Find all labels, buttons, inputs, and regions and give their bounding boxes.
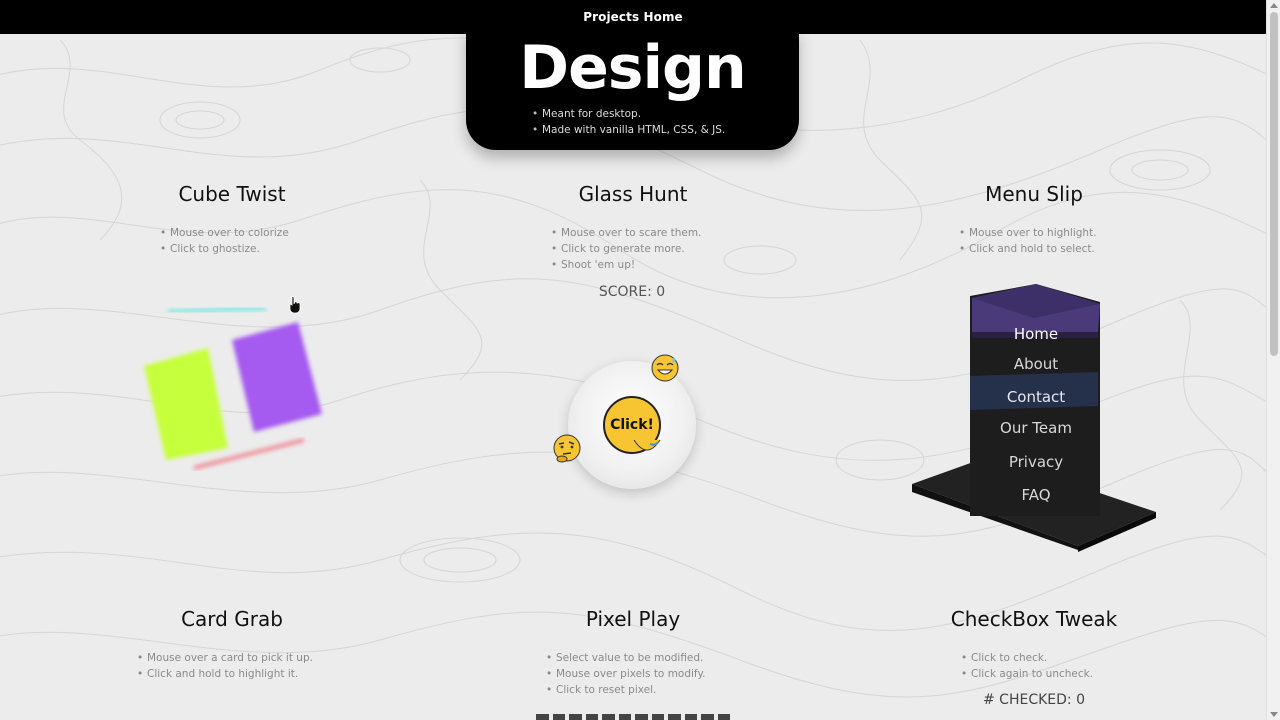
pixel-cell[interactable] [536, 714, 549, 720]
cube-twist-bullets: Mouse over to colorize Click to ghostize… [160, 225, 289, 257]
menu-item-contact[interactable]: Contact [972, 381, 1100, 413]
glass-hunt-bullets: Mouse over to scare them. Click to gener… [551, 225, 701, 273]
cube-twist-bullet: Mouse over to colorize [160, 225, 289, 241]
card-grab-title: Card Grab [181, 607, 283, 631]
scroll-up-icon[interactable] [1270, 3, 1278, 8]
checkbox-tweak-bullet: Click again to uncheck. [961, 666, 1093, 682]
menu-slip-bullets: Mouse over to highlight. Click and hold … [959, 225, 1097, 257]
menu-item-privacy[interactable]: Privacy [972, 446, 1100, 478]
pixel-cell[interactable] [569, 714, 582, 720]
hero-bullet: Meant for desktop. [532, 106, 725, 122]
glass-hunt-title: Glass Hunt [578, 182, 688, 206]
projects-home-link[interactable]: Projects Home [583, 10, 683, 24]
menu-item-faq[interactable]: FAQ [972, 479, 1100, 511]
pixel-cell[interactable] [651, 714, 664, 720]
pixel-cell[interactable] [717, 714, 730, 720]
glass-hunt-bullet: Shoot 'em up! [551, 257, 701, 273]
page-scrollbar[interactable] [1266, 0, 1280, 720]
cursor-hand-icon [289, 296, 301, 314]
glass-hunt-bullet: Click to generate more. [551, 241, 701, 257]
checked-count: # CHECKED: 0 [983, 692, 1085, 708]
checkbox-tweak-bullet: Click to check. [961, 650, 1093, 666]
cube-twist-demo[interactable] [136, 300, 336, 480]
menu-slip-bullet: Mouse over to highlight. [959, 225, 1097, 241]
pixel-grid[interactable] [536, 714, 730, 720]
hidden-emoji-icon [633, 439, 661, 451]
hero-bullet: Made with vanilla HTML, CSS, & JS. [532, 122, 725, 138]
menu-item-about[interactable]: About [972, 348, 1100, 380]
card-grab-bullet: Mouse over a card to pick it up. [137, 650, 313, 666]
pixel-play-title: Pixel Play [585, 607, 681, 631]
pixel-cell[interactable] [602, 714, 615, 720]
menu-item-home[interactable]: Home [972, 318, 1100, 350]
glass-hunt-bullet: Mouse over to scare them. [551, 225, 701, 241]
grin-sweat-emoji-icon[interactable] [650, 353, 680, 383]
thinking-emoji-icon[interactable] [553, 434, 581, 464]
cube-twist-title: Cube Twist [178, 182, 286, 206]
page-title: Design [519, 33, 746, 103]
pixel-play-bullet: Click to reset pixel. [546, 682, 706, 698]
pixel-play-bullet: Mouse over pixels to modify. [546, 666, 706, 682]
pixel-play-bullet: Select value to be modified. [546, 650, 706, 666]
hero-bullets: Meant for desktop. Made with vanilla HTM… [532, 106, 725, 138]
cube-face-violet [232, 322, 322, 432]
card-grab-bullets: Mouse over a card to pick it up. Click a… [137, 650, 313, 682]
hero-header: Design Meant for desktop. Made with vani… [466, 28, 799, 150]
pixel-cell[interactable] [668, 714, 681, 720]
pixel-cell[interactable] [701, 714, 714, 720]
pixel-cell[interactable] [552, 714, 565, 720]
cube-face-lime [144, 348, 228, 460]
glass-hunt-score: SCORE: 0 [598, 284, 666, 300]
pixel-cell[interactable] [618, 714, 631, 720]
pixel-cell[interactable] [585, 714, 598, 720]
scrollbar-thumb[interactable] [1270, 12, 1278, 356]
pixel-play-bullets: Select value to be modified. Mouse over … [546, 650, 706, 698]
pixel-cell[interactable] [684, 714, 697, 720]
menu-slip-title: Menu Slip [985, 182, 1083, 206]
checkbox-tweak-bullets: Click to check. Click again to uncheck. [961, 650, 1093, 682]
menu-slip-bullet: Click and hold to select. [959, 241, 1097, 257]
checkbox-tweak-title: CheckBox Tweak [950, 607, 1118, 631]
scroll-down-icon[interactable] [1270, 712, 1278, 717]
menu-item-our-team[interactable]: Our Team [972, 412, 1100, 444]
card-grab-bullet: Click and hold to highlight it. [137, 666, 313, 682]
cube-twist-bullet: Click to ghostize. [160, 241, 289, 257]
cube-face-cyan [167, 305, 267, 315]
menu-slip-demo: Home About Contact Our Team Privacy FAQ [940, 290, 1100, 520]
pixel-cell[interactable] [635, 714, 648, 720]
